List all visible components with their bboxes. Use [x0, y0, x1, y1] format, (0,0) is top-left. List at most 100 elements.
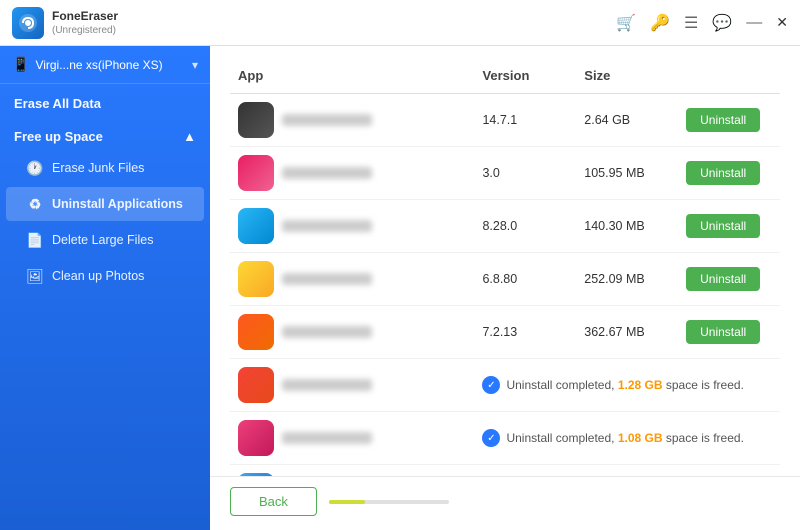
minimize-icon[interactable]: —	[746, 14, 762, 32]
progress-bar-fill	[329, 500, 365, 504]
col-header-action	[678, 62, 780, 94]
app-name-blurred	[282, 273, 372, 285]
window-controls: 🛒 🔑 ☰ 💬 — ✕	[616, 13, 788, 33]
recycle-icon: ♻	[26, 195, 44, 213]
title-bar: FoneEraser (Unregistered) 🛒 🔑 ☰ 💬 — ✕	[0, 0, 800, 46]
app-cell	[230, 94, 474, 147]
app-cell	[230, 412, 474, 465]
uninstall-button[interactable]: Uninstall	[686, 161, 760, 185]
completed-cell: ✓ Uninstall completed, 1.08 GB space is f…	[482, 429, 772, 447]
cart-icon[interactable]: 🛒	[616, 13, 636, 33]
app-status: (Unregistered)	[52, 25, 118, 36]
table-row: 7.2.13362.67 MB Uninstall	[230, 306, 780, 359]
device-name: Virgi...ne xs(iPhone XS)	[35, 58, 186, 72]
chevron-down-icon: ▾	[192, 58, 198, 72]
action-cell: Uninstall	[678, 147, 780, 200]
app-name-blurred	[282, 326, 372, 338]
sidebar: 📱 Virgi...ne xs(iPhone XS) ▾ Erase All D…	[0, 46, 210, 530]
table-row: ✓Uninstall completed, 162.25 MB space is…	[230, 465, 780, 477]
app-name-blurred	[282, 379, 372, 391]
app-logo	[12, 7, 44, 39]
sidebar-item-erase-junk[interactable]: 🕐 Erase Junk Files	[6, 151, 204, 185]
app-table: App Version Size 14.7.12.64 GBUninstall3…	[230, 62, 780, 476]
sidebar-item-clean-photos[interactable]: 🖼 Clean up Photos	[6, 259, 204, 293]
table-row: 8.28.0140.30 MB Uninstall	[230, 200, 780, 253]
collapse-icon: ▲	[183, 129, 196, 144]
progress-bar-background	[329, 500, 449, 504]
action-cell: Uninstall	[678, 200, 780, 253]
size-cell: 2.64 GB	[576, 94, 678, 147]
table-row: 3.0105.95 MB Uninstall	[230, 147, 780, 200]
content-area: App Version Size 14.7.12.64 GBUninstall3…	[210, 46, 800, 530]
table-row: ✓ Uninstall completed, 1.08 GB space is f…	[230, 412, 780, 465]
progress-area	[329, 500, 780, 504]
action-cell: Uninstall	[678, 94, 780, 147]
uninstall-button[interactable]: Uninstall	[686, 267, 760, 291]
version-cell: 14.7.1	[474, 94, 576, 147]
size-cell: 362.67 MB	[576, 306, 678, 359]
app-icon	[238, 102, 274, 138]
app-icon	[238, 367, 274, 403]
sidebar-item-uninstall-apps[interactable]: ♻ Uninstall Applications	[6, 187, 204, 221]
col-header-version: Version	[474, 62, 576, 94]
version-cell: 7.2.13	[474, 306, 576, 359]
app-icon	[238, 155, 274, 191]
action-cell: ✓ Uninstall completed, 1.08 GB space is f…	[474, 412, 780, 465]
completed-message: Uninstall completed, 1.28 GB space is fr…	[506, 378, 743, 392]
table-row: 14.7.12.64 GB Uninstall	[230, 94, 780, 147]
app-name-blurred	[282, 220, 372, 232]
app-cell	[230, 306, 474, 359]
free-up-section[interactable]: Free up Space ▲	[0, 117, 210, 150]
size-cell: 140.30 MB	[576, 200, 678, 253]
app-cell	[230, 465, 474, 477]
app-list-container: App Version Size 14.7.12.64 GBUninstall3…	[210, 46, 800, 476]
action-cell: Uninstall	[678, 306, 780, 359]
col-header-app: App	[230, 62, 474, 94]
version-cell: 3.0	[474, 147, 576, 200]
content-footer: Back	[210, 476, 800, 530]
version-cell: 8.28.0	[474, 200, 576, 253]
erase-all-section[interactable]: Erase All Data	[0, 84, 210, 117]
close-icon[interactable]: ✕	[776, 14, 788, 31]
app-cell	[230, 359, 474, 412]
uninstall-button[interactable]: Uninstall	[686, 320, 760, 344]
menu-icon[interactable]: ☰	[684, 13, 698, 33]
completed-message: Uninstall completed, 1.08 GB space is fr…	[506, 431, 743, 445]
app-branding: FoneEraser (Unregistered)	[12, 7, 118, 39]
size-cell: 252.09 MB	[576, 253, 678, 306]
uninstall-button[interactable]: Uninstall	[686, 108, 760, 132]
action-cell: Uninstall	[678, 253, 780, 306]
clock-icon: 🕐	[26, 159, 44, 177]
image-icon: 🖼	[26, 267, 44, 285]
sidebar-item-delete-large[interactable]: 📄 Delete Large Files	[6, 223, 204, 257]
app-cell	[230, 200, 474, 253]
device-selector[interactable]: 📱 Virgi...ne xs(iPhone XS) ▾	[0, 46, 210, 84]
main-layout: 📱 Virgi...ne xs(iPhone XS) ▾ Erase All D…	[0, 46, 800, 530]
size-cell: 105.95 MB	[576, 147, 678, 200]
app-name-blurred	[282, 167, 372, 179]
app-icon	[238, 420, 274, 456]
uninstall-button[interactable]: Uninstall	[686, 214, 760, 238]
check-icon: ✓	[482, 376, 500, 394]
table-row: ✓ Uninstall completed, 1.28 GB space is f…	[230, 359, 780, 412]
app-name-blurred	[282, 432, 372, 444]
app-icon	[238, 261, 274, 297]
check-icon: ✓	[482, 429, 500, 447]
action-cell: ✓ Uninstall completed, 1.28 GB space is f…	[474, 359, 780, 412]
action-cell: ✓Uninstall completed, 162.25 MB space is…	[474, 465, 780, 477]
app-cell	[230, 147, 474, 200]
app-name: FoneEraser	[52, 9, 118, 25]
app-icon	[238, 314, 274, 350]
document-icon: 📄	[26, 231, 44, 249]
chat-icon[interactable]: 💬	[712, 13, 732, 33]
back-button[interactable]: Back	[230, 487, 317, 516]
col-header-size: Size	[576, 62, 678, 94]
completed-cell: ✓ Uninstall completed, 1.28 GB space is f…	[482, 376, 772, 394]
table-row: 6.8.80252.09 MB Uninstall	[230, 253, 780, 306]
app-cell	[230, 253, 474, 306]
key-icon[interactable]: 🔑	[650, 13, 670, 33]
app-name-blurred	[282, 114, 372, 126]
version-cell: 6.8.80	[474, 253, 576, 306]
phone-icon: 📱	[12, 56, 29, 73]
app-icon	[238, 208, 274, 244]
